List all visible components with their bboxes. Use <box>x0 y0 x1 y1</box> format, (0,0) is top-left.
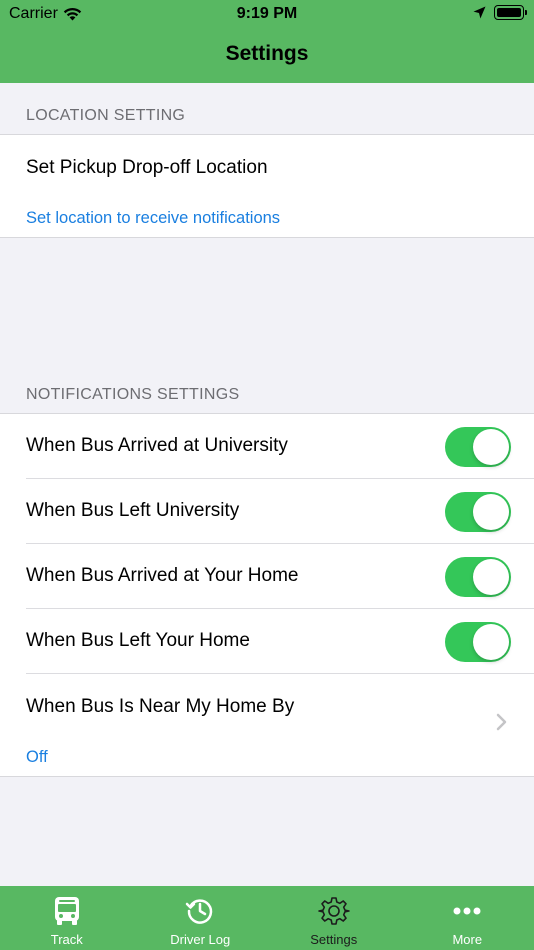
location-row-title: Set Pickup Drop-off Location <box>26 157 268 178</box>
toggle-row-arrived-university: When Bus Arrived at University <box>0 414 534 479</box>
status-bar: Carrier 9:19 PM <box>0 0 534 28</box>
tab-track[interactable]: Track <box>0 886 134 950</box>
left-home-toggle[interactable] <box>445 622 511 662</box>
near-home-title: When Bus Is Near My Home By <box>26 696 295 717</box>
tab-more[interactable]: More <box>401 886 534 950</box>
gear-icon <box>317 897 350 925</box>
location-section-header: LOCATION SETTING <box>26 107 186 124</box>
more-icon <box>453 907 481 915</box>
history-icon <box>186 899 213 924</box>
battery-icon <box>494 5 527 20</box>
notifications-section-header: NOTIFICATIONS SETTINGS <box>26 386 240 403</box>
location-row-subtitle: Set location to receive notifications <box>26 209 281 227</box>
tab-driver-log[interactable]: Driver Log <box>134 886 268 950</box>
arrived-home-toggle[interactable] <box>445 557 511 597</box>
status-right <box>473 5 527 20</box>
toggle-row-arrived-home: When Bus Arrived at Your Home <box>0 544 534 609</box>
tab-bar: Track Driver Log Settings More <box>0 886 534 950</box>
navigation-header: Carrier 9:19 PM Settings <box>0 0 534 83</box>
location-arrow-icon <box>473 6 486 19</box>
tab-label: More <box>452 932 483 947</box>
tab-label: Settings <box>310 932 358 947</box>
toggle-label: When Bus Left Your Home <box>26 630 250 651</box>
toggle-label: When Bus Arrived at University <box>26 435 288 456</box>
left-university-toggle[interactable] <box>445 492 511 532</box>
tab-settings[interactable]: Settings <box>267 886 401 950</box>
near-home-value: Off <box>26 748 48 766</box>
tab-label: Track <box>50 932 83 947</box>
chevron-right-icon <box>496 713 507 731</box>
toggle-label: When Bus Arrived at Your Home <box>26 565 299 586</box>
location-setting-row[interactable]: Set Pickup Drop-off Location Set locatio… <box>0 134 534 238</box>
near-home-row[interactable]: When Bus Is Near My Home By Off <box>0 674 534 777</box>
arrived-university-toggle[interactable] <box>445 427 511 467</box>
bus-icon <box>54 897 79 925</box>
toggle-label: When Bus Left University <box>26 500 240 521</box>
tab-label: Driver Log <box>170 932 231 947</box>
toggle-row-left-university: When Bus Left University <box>0 479 534 544</box>
notifications-group: When Bus Arrived at University When Bus … <box>0 413 534 777</box>
page-title: Settings <box>225 42 309 65</box>
status-time: 9:19 PM <box>236 5 298 22</box>
toggle-row-left-home: When Bus Left Your Home <box>0 609 534 674</box>
